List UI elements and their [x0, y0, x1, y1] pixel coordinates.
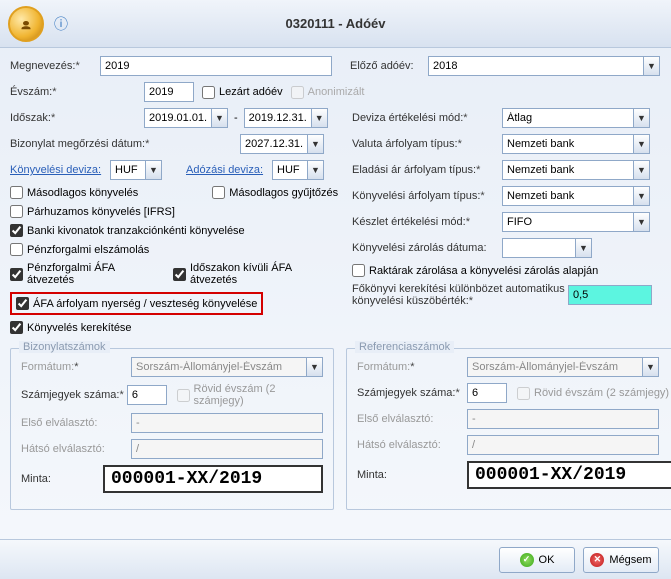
fokonyvi-kerekitesi-label: Főkönyvi kerekítési különbözet automatik… — [352, 283, 568, 307]
evszam-label: Évszám: — [10, 86, 100, 98]
chevron-down-icon: ▼ — [633, 109, 649, 127]
biz-hatso-elv-label: Hátsó elválasztó: — [21, 443, 131, 455]
chevron-down-icon: ▼ — [642, 358, 658, 376]
chevron-down-icon: ▼ — [145, 161, 161, 179]
ref-szamjegy-label: Számjegyek száma: — [357, 387, 467, 399]
lezart-adoev-checkbox[interactable]: Lezárt adóév — [202, 86, 283, 99]
biz-rovid-ev-checkbox: Rövid évszám (2 számjegy) — [177, 383, 323, 407]
penzforgalmi-afa-checkbox[interactable]: Pénzforgalmi ÁFA átvezetés — [10, 262, 163, 286]
biz-formatum-dropdown: ▼ — [131, 357, 323, 377]
chevron-down-icon: ▼ — [575, 239, 591, 257]
biz-elso-elv-label: Első elválasztó: — [21, 417, 131, 429]
idoszak-label: Időszak: — [10, 112, 100, 124]
deviza-ertekelesi-label: Deviza értékelési mód: — [352, 112, 502, 124]
ref-szamjegy-input[interactable] — [467, 383, 507, 403]
valuta-arfolyam-label: Valuta árfolyam típus: — [352, 138, 502, 150]
chevron-down-icon: ▼ — [211, 109, 227, 127]
biz-szamjegy-label: Számjegyek száma: — [21, 389, 127, 401]
app-icon — [8, 6, 44, 42]
anonimizalt-checkbox: Anonimizált — [291, 86, 365, 99]
chevron-down-icon: ▼ — [307, 161, 323, 179]
ref-elso-elv-input — [467, 409, 659, 429]
check-icon: ✓ — [520, 553, 534, 567]
konyvelesi-arfolyam-label: Könyvelési árfolyam típus: — [352, 190, 502, 202]
chevron-down-icon: ▼ — [307, 135, 323, 153]
dash-separator: - — [228, 112, 244, 124]
biz-formatum-label: Formátum: — [21, 361, 131, 373]
referenciaszamok-fieldset: Referenciaszámok Formátum: ▼ Számjegyek … — [346, 348, 671, 510]
biz-szamjegy-input[interactable] — [127, 385, 167, 405]
biz-minta-label: Minta: — [21, 473, 103, 485]
konyvelesi-zarolas-dropdown[interactable]: ▼ — [502, 238, 592, 258]
afa-arfolyam-checkbox[interactable]: ÁFA árfolyam nyerség / veszteség könyvel… — [16, 297, 257, 310]
cancel-button[interactable]: ✕ Mégsem — [583, 547, 659, 573]
chevron-down-icon: ▼ — [306, 358, 322, 376]
valuta-arfolyam-dropdown[interactable]: ▼ — [502, 134, 650, 154]
chevron-down-icon: ▼ — [633, 135, 649, 153]
elozo-adoev-label: Előző adóév: — [350, 60, 428, 72]
ref-hatso-elv-input — [467, 435, 659, 455]
fokonyvi-kerekitesi-input[interactable] — [568, 285, 652, 305]
chevron-down-icon: ▼ — [633, 161, 649, 179]
deviza-ertekelesi-dropdown[interactable]: ▼ — [502, 108, 650, 128]
konyvelesi-deviza-link[interactable]: Könyvelési deviza: — [10, 164, 110, 176]
window-title: 0320111 - Adóév — [286, 16, 386, 31]
konyvelesi-zarolas-label: Könyvelési zárolás dátuma: — [352, 242, 502, 254]
idoszak-ig-dropdown[interactable]: ▼ — [244, 108, 328, 128]
biz-elso-elv-input — [131, 413, 323, 433]
ok-button[interactable]: ✓ OK — [499, 547, 575, 573]
ref-minta-value: 000001-XX/2019 — [467, 461, 671, 489]
chevron-down-icon: ▼ — [643, 57, 659, 75]
megnevezes-label: Megnevezés: — [10, 60, 100, 72]
ref-formatum-dropdown: ▼ — [467, 357, 659, 377]
masodlagos-gyujtozes-checkbox[interactable]: Másodlagos gyűjtőzés — [212, 186, 338, 199]
megnevezes-input[interactable] — [100, 56, 332, 76]
eladasi-ar-label: Eladási ár árfolyam típus: — [352, 164, 502, 176]
ref-rovid-ev-checkbox: Rövid évszám (2 számjegy) — [517, 387, 669, 400]
idoszak-tol-dropdown[interactable]: ▼ — [144, 108, 228, 128]
adozasi-deviza-dropdown[interactable]: ▼ — [272, 160, 324, 180]
keszlet-ertekelesi-label: Készlet értékelési mód: — [352, 216, 502, 228]
help-icon[interactable]: ⓘ — [54, 14, 68, 34]
biz-hatso-elv-input — [131, 439, 323, 459]
footer: ✓ OK ✕ Mégsem — [0, 539, 671, 579]
raktarak-zarolasa-checkbox[interactable]: Raktárak zárolása a könyvelési zárolás a… — [352, 264, 598, 277]
bizonylatszamok-fieldset: Bizonylatszámok Formátum: ▼ Számjegyek s… — [10, 348, 334, 510]
ref-hatso-elv-label: Hátsó elválasztó: — [357, 439, 467, 451]
chevron-down-icon: ▼ — [633, 213, 649, 231]
konyvelesi-arfolyam-dropdown[interactable]: ▼ — [502, 186, 650, 206]
ref-elso-elv-label: Első elválasztó: — [357, 413, 467, 425]
keszlet-ertekelesi-dropdown[interactable]: ▼ — [502, 212, 650, 232]
bizonylat-datum-dropdown[interactable]: ▼ — [240, 134, 324, 154]
bizonylat-megorzesi-label: Bizonylat megőrzési dátum: — [10, 138, 170, 150]
konyveles-kerekitese-checkbox[interactable]: Könyvelés kerekítése — [10, 321, 132, 334]
elozo-adoev-dropdown[interactable]: ▼ — [428, 56, 660, 76]
penzforgalmi-elszamolas-checkbox[interactable]: Pénzforgalmi elszámolás — [10, 243, 149, 256]
chevron-down-icon: ▼ — [311, 109, 327, 127]
ref-minta-label: Minta: — [357, 469, 467, 481]
konyvelesi-deviza-dropdown[interactable]: ▼ — [110, 160, 162, 180]
referenciaszamok-legend: Referenciaszámok — [355, 341, 454, 353]
bizonylatszamok-legend: Bizonylatszámok — [19, 341, 110, 353]
biz-minta-value: 000001-XX/2019 — [103, 465, 323, 493]
evszam-input[interactable] — [144, 82, 194, 102]
masodlagos-konyveles-checkbox[interactable]: Másodlagos könyvelés — [10, 186, 138, 199]
banki-kivonatok-checkbox[interactable]: Banki kivonatok tranzakciónkénti könyvel… — [10, 224, 245, 237]
adozasi-deviza-link[interactable]: Adózási deviza: — [186, 164, 272, 176]
ref-formatum-label: Formátum: — [357, 361, 467, 373]
eladasi-ar-dropdown[interactable]: ▼ — [502, 160, 650, 180]
parhuzamos-konyveles-checkbox[interactable]: Párhuzamos könyvelés [IFRS] — [10, 205, 175, 218]
chevron-down-icon: ▼ — [633, 187, 649, 205]
idoszakon-kivuli-afa-checkbox[interactable]: Időszakon kívüli ÁFA átvezetés — [173, 262, 340, 286]
afa-arfolyam-highlight: ÁFA árfolyam nyerség / veszteség könyvel… — [10, 292, 263, 315]
close-icon: ✕ — [590, 553, 604, 567]
window-header: ⓘ 0320111 - Adóév — [0, 0, 671, 48]
